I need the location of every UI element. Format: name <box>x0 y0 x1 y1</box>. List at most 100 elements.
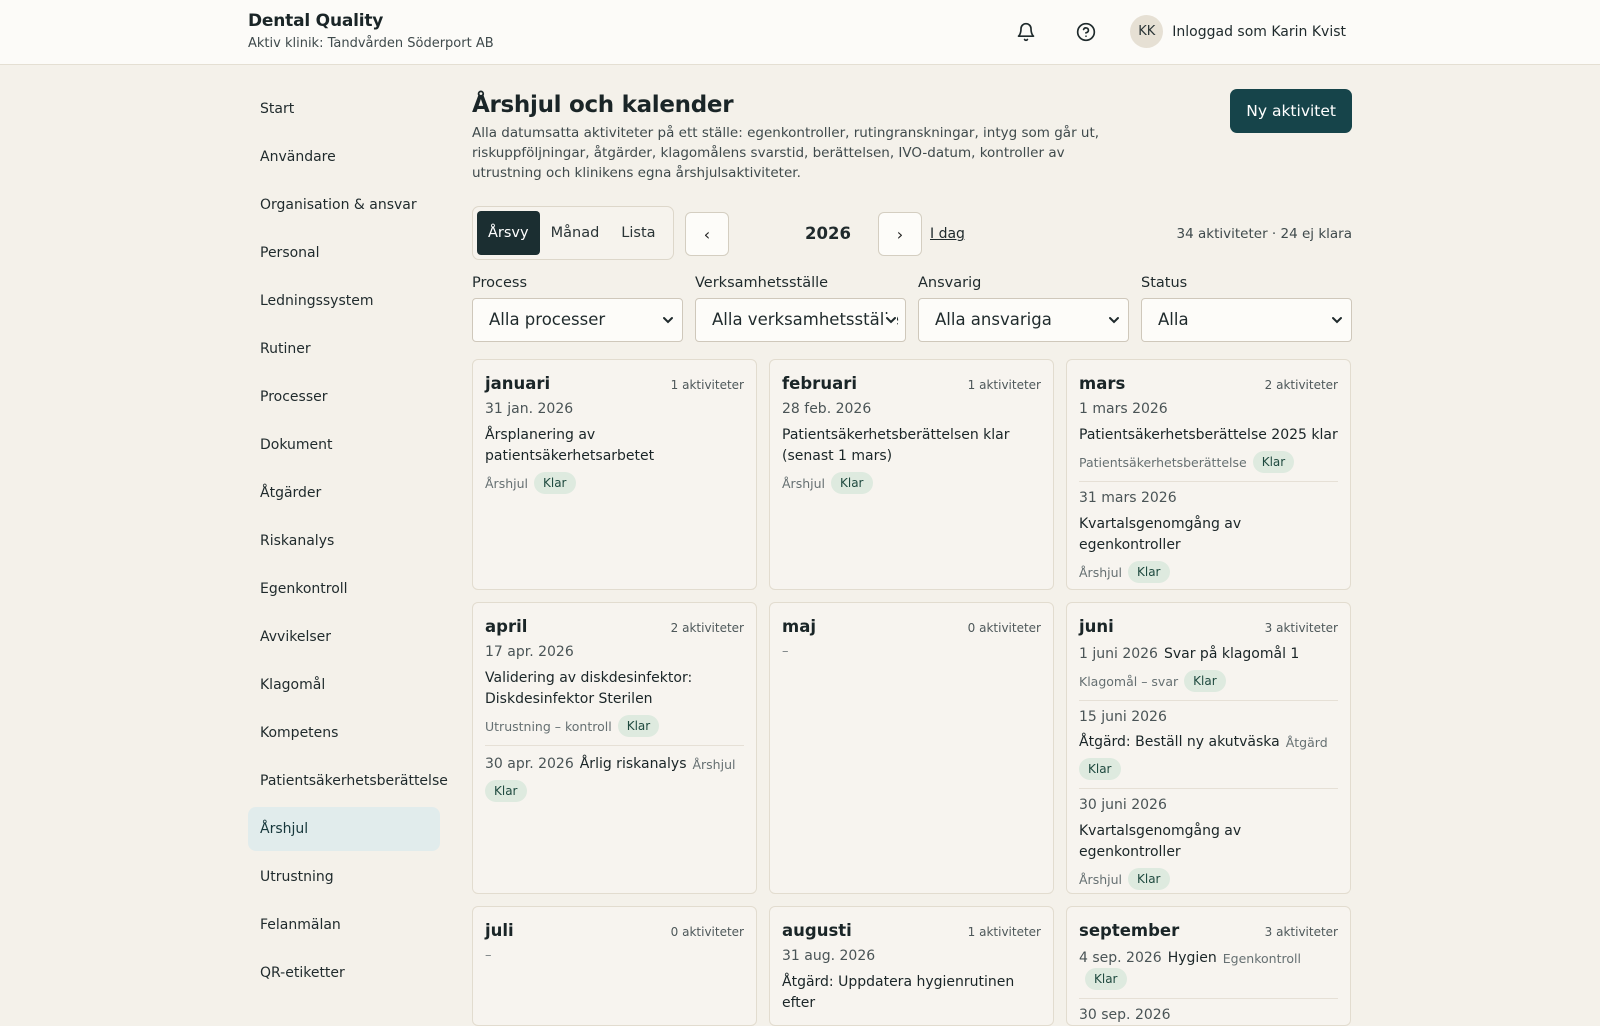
month-grid: januari 1 aktiviteter 31 jan. 2026 Årsplane… <box>472 359 1352 1026</box>
help-button[interactable] <box>1070 16 1102 48</box>
status-badge: Klar <box>1128 561 1170 583</box>
activity-category: Patientsäkerhetsberättelse <box>1079 454 1247 470</box>
activity-title[interactable]: Årlig riskanalys <box>580 754 687 774</box>
activity-item[interactable]: 15 juni 2026 Åtgärd: Beställ ny akutväska… <box>1079 709 1338 789</box>
status-badge: Klar <box>617 715 660 737</box>
sidebar-item-klagomål[interactable]: Klagomål <box>248 663 440 707</box>
activity-date: 1 juni 2026 <box>1079 646 1158 662</box>
activity-date: 15 juni 2026 <box>1079 709 1167 725</box>
brand: Dental Quality Aktiv klinik: Tandvården … <box>248 11 494 51</box>
empty-month: – <box>485 948 492 963</box>
activity-title[interactable]: Kvartalsgenomgång av egenkontroller <box>1079 823 1241 860</box>
month-card-januari: januari 1 aktiviteter 31 jan. 2026 Årsplane… <box>472 359 757 590</box>
activity-item[interactable]: 31 aug. 2026 Åtgärd: Uppdatera hygienruti… <box>782 948 1041 1021</box>
activity-category: Egenkontroll <box>1222 950 1301 966</box>
new-activity-button[interactable]: Ny aktivitet <box>1230 89 1352 133</box>
activity-date: 30 sep. 2026 <box>1079 1007 1171 1023</box>
activity-meta: Patientsäkerhetsberättelse Klar <box>1079 451 1338 473</box>
sidebar-item-avvikelser[interactable]: Avvikelser <box>248 615 440 659</box>
month-header: april 2 aktiviteter <box>485 617 744 636</box>
sidebar-item-användare[interactable]: Användare <box>248 135 440 179</box>
sidebar-item-patientsäkerhetsberättelse[interactable]: Patientsäkerhetsberättelse <box>248 759 448 803</box>
sidebar-item-egenkontroll[interactable]: Egenkontroll <box>248 567 440 611</box>
activity-item[interactable]: 31 mars 2026 Kvartalsgenomgång av egenkon… <box>1079 490 1338 589</box>
sidebar-item-ledningssystem[interactable]: Ledningssystem <box>248 279 440 323</box>
chevron-down-icon <box>662 314 674 326</box>
calendar-toolbar: Årsvy Månad Lista ‹ 2026 › I dag 34 aktivi… <box>472 206 1352 260</box>
month-name: juni <box>1079 617 1114 636</box>
sidebar-item-felanmälan[interactable]: Felanmälan <box>248 903 440 947</box>
month-name: augusti <box>782 921 852 940</box>
activity-title[interactable]: Åtgärd: Uppdatera hygienrutinen efter <box>782 974 1014 1011</box>
activity-line: 1 mars 2026 Patientsäkerhetsberättelse 20… <box>1079 401 1338 445</box>
status-badge: Klar <box>1079 758 1121 780</box>
sidebar-item-åtgärder[interactable]: Åtgärder <box>248 471 440 515</box>
sidebar-item-riskanalys[interactable]: Riskanalys <box>248 519 440 563</box>
activity-date: 31 jan. 2026 <box>485 401 574 417</box>
month-card-september: september 3 aktiviteter 4 sep. 2026 Hygien E… <box>1066 906 1351 1026</box>
activity-item[interactable]: 1 juni 2026 Svar på klagomål 1 Klagomål – … <box>1079 644 1338 701</box>
sidebar-item-dokument[interactable]: Dokument <box>248 423 440 467</box>
view-tab-månad[interactable]: Månad <box>540 211 611 255</box>
filter-3: Status Alla <box>1141 275 1352 342</box>
month-name: april <box>485 617 528 636</box>
sidebar-item-start[interactable]: Start <box>248 87 440 131</box>
activity-title[interactable]: Kvartalsgenomgång av egenkontroller <box>1079 516 1241 553</box>
activity-line: 4 sep. 2026 Hygien Egenkontroll Klar <box>1079 948 1338 990</box>
activity-title[interactable]: Hygien <box>1168 948 1217 968</box>
sidebar-item-organisation-ansvar[interactable]: Organisation & ansvar <box>248 183 440 227</box>
activity-item[interactable]: 30 sep. 2026 <box>1079 1007 1338 1025</box>
sidebar-item-årshjul[interactable]: Årshjul <box>248 807 440 851</box>
view-tab-lista[interactable]: Lista <box>610 211 666 255</box>
filter-value: Alla verksamhetsställe <box>712 310 900 329</box>
sidebar-item-processer[interactable]: Processer <box>248 375 440 419</box>
activity-title[interactable]: Åtgärd: Beställ ny akutväska <box>1079 732 1280 752</box>
activity-date: 30 apr. 2026 <box>485 756 574 772</box>
activity-item[interactable]: 28 feb. 2026 Patientsäkerhetsberättelsen … <box>782 401 1041 502</box>
month-activity-count: 3 aktiviteter <box>1264 621 1338 635</box>
sidebar-item-rutiner[interactable]: Rutiner <box>248 327 440 371</box>
activity-title[interactable]: Patientsäkerhetsberättelsen klar (senast… <box>782 427 1010 464</box>
activity-category: Årshjul <box>782 475 825 491</box>
activity-title[interactable]: Validering av diskdesinfektor: Diskdesin… <box>485 670 692 707</box>
user-menu[interactable]: KK Inloggad som Karin Kvist <box>1130 15 1346 48</box>
activity-line: 1 juni 2026 Svar på klagomål 1 <box>1079 644 1338 664</box>
activity-title[interactable]: Årsplanering av patientsäkerhetsarbetet <box>485 427 654 464</box>
activity-title[interactable]: Patientsäkerhetsberättelse 2025 klar <box>1079 427 1338 443</box>
activity-item[interactable]: 31 jan. 2026 Årsplanering av patientsäker… <box>485 401 744 502</box>
notifications-button[interactable] <box>1010 16 1042 48</box>
activity-item[interactable]: 17 apr. 2026 Validering av diskdesinfekto… <box>485 644 744 746</box>
activity-item[interactable]: 30 apr. 2026 Årlig riskanalys Årshjul Klar <box>485 754 744 810</box>
status-badge: Klar <box>1184 670 1226 692</box>
month-name: februari <box>782 374 857 393</box>
sidebar-item-qr-etiketter[interactable]: QR-etiketter <box>248 951 440 995</box>
activity-category: Utrustning – kontroll <box>485 718 612 734</box>
month-activity-count: 2 aktiviteter <box>1264 378 1338 392</box>
activity-category: Klagomål – svar <box>1079 673 1179 689</box>
month-card-februari: februari 1 aktiviteter 28 feb. 2026 Patient… <box>769 359 1054 590</box>
sidebar-item-utrustning[interactable]: Utrustning <box>248 855 440 899</box>
filter-select[interactable]: Alla verksamhetsställe <box>695 298 906 342</box>
previous-year-button[interactable]: ‹ <box>685 212 729 256</box>
app-name[interactable]: Dental Quality <box>248 11 494 31</box>
activity-line: 30 apr. 2026 Årlig riskanalys Årshjul <box>485 754 744 774</box>
month-card-maj: maj 0 aktiviteter – <box>769 602 1054 894</box>
filter-select[interactable]: Alla processer <box>472 298 683 342</box>
activity-item[interactable]: 4 sep. 2026 Hygien Egenkontroll Klar <box>1079 948 1338 999</box>
activity-title[interactable]: Svar på klagomål 1 <box>1164 644 1299 664</box>
filter-select[interactable]: Alla ansvariga <box>918 298 1129 342</box>
activity-meta: Årshjul Klar <box>485 472 744 494</box>
active-clinic: Aktiv klinik: Tandvården Söderport AB <box>248 36 494 51</box>
view-tab-årsvy[interactable]: Årsvy <box>477 211 540 255</box>
today-link[interactable]: I dag <box>930 212 965 256</box>
month-header: januari 1 aktiviteter <box>485 374 744 393</box>
sidebar-item-kompetens[interactable]: Kompetens <box>248 711 440 755</box>
filter-select[interactable]: Alla <box>1141 298 1352 342</box>
month-card-juli: juli 0 aktiviteter – <box>472 906 757 1026</box>
activity-item[interactable]: 1 mars 2026 Patientsäkerhetsberättelse 20… <box>1079 401 1338 482</box>
activity-line: 31 aug. 2026 Åtgärd: Uppdatera hygienruti… <box>782 948 1041 1013</box>
sidebar-item-personal[interactable]: Personal <box>248 231 440 275</box>
activity-item[interactable]: 30 juni 2026 Kvartalsgenomgång av egenkon… <box>1079 797 1338 893</box>
activity-meta: Klagomål – svar Klar <box>1079 670 1338 692</box>
next-year-button[interactable]: › <box>878 212 922 256</box>
